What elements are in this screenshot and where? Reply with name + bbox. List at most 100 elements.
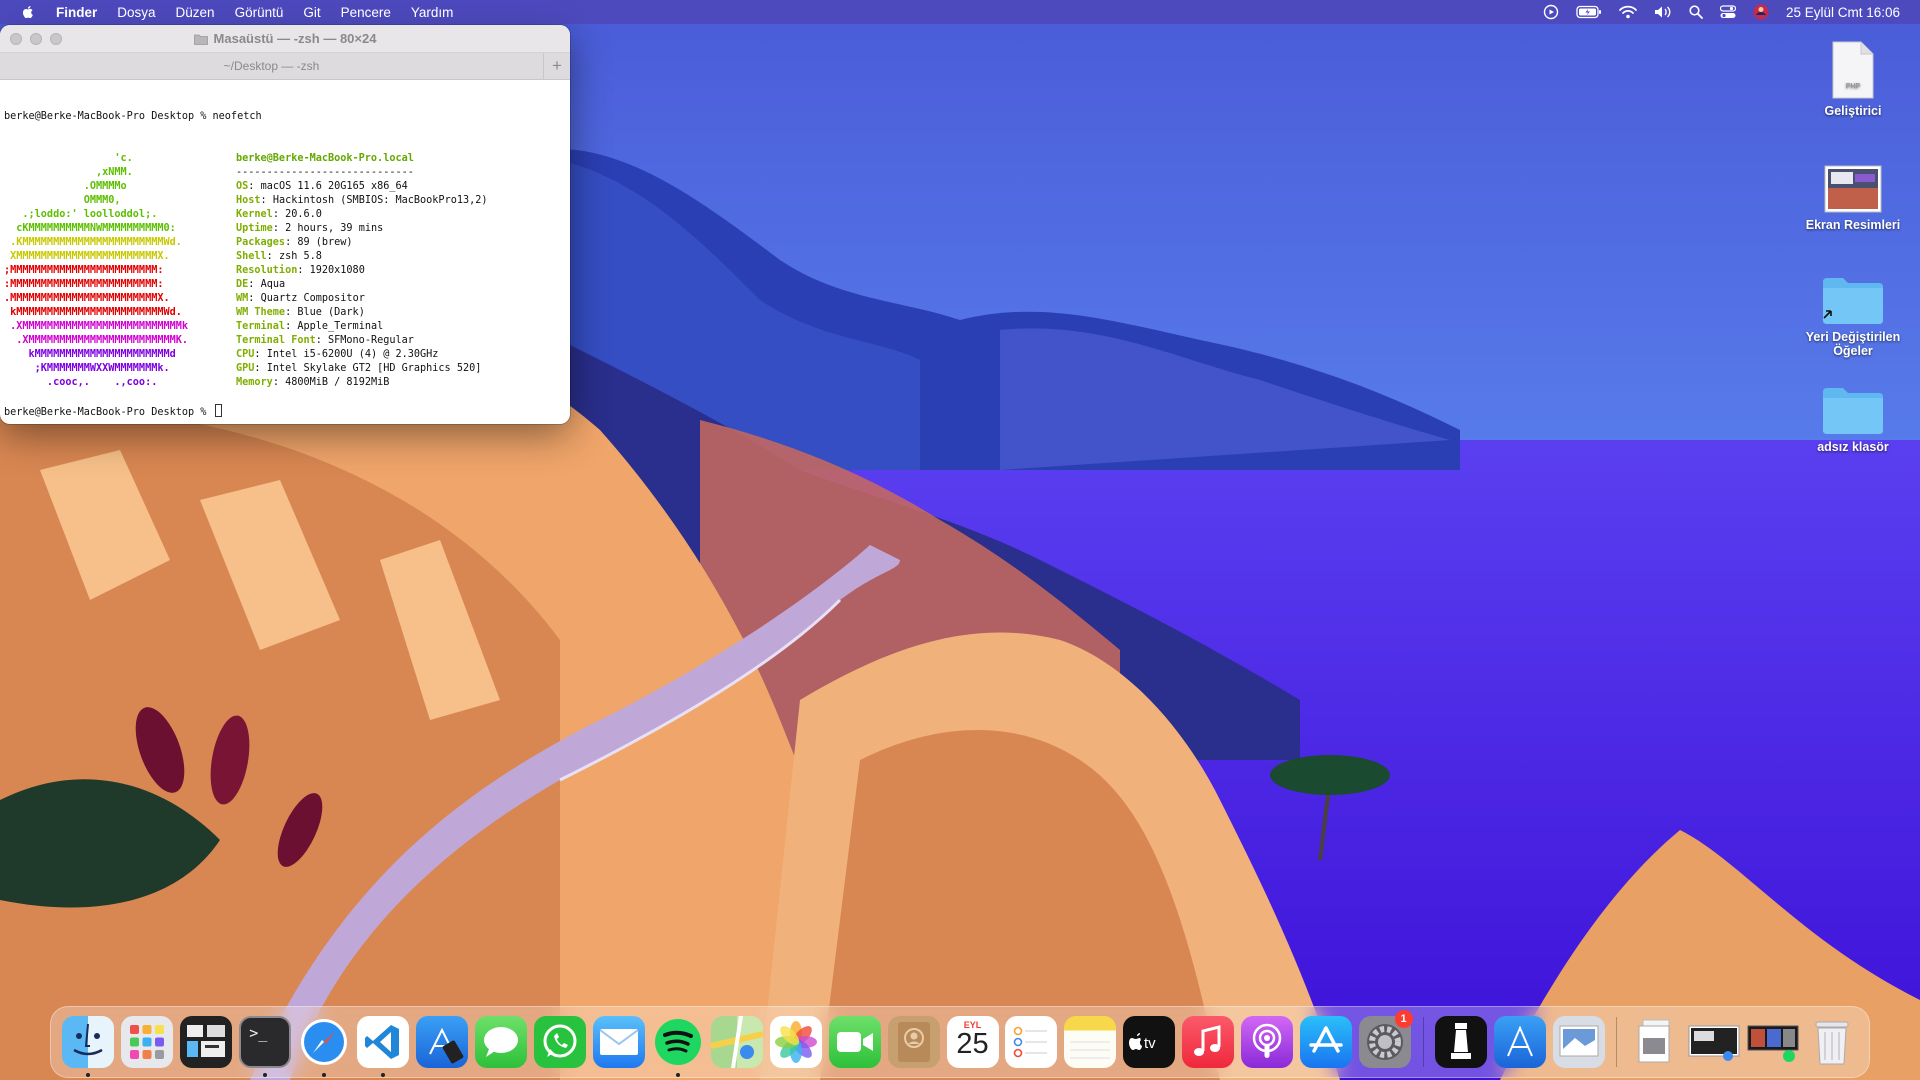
running-indicator: [263, 1073, 268, 1077]
dock-mail[interactable]: [589, 1012, 648, 1072]
neofetch-separator: :: [254, 349, 267, 360]
dock-preview[interactable]: [1549, 1012, 1608, 1072]
neofetch-label: Uptime: [236, 223, 273, 234]
desktop-icon-gelistirici[interactable]: PHP Geliştirici: [1793, 36, 1913, 118]
neofetch-row: .MMMMMMMMMMMMMMMMMMMMMMMMX. WM: Quartz Co…: [4, 292, 566, 306]
neofetch-logo-line: kMMMMMMMMMMMMMMMMMMMMMMMMWd.: [4, 307, 182, 318]
neofetch-value: SFMono-Regular: [328, 335, 414, 346]
menu-help[interactable]: Yardım: [411, 5, 454, 20]
volume-icon[interactable]: [1654, 5, 1672, 19]
dock-whatsapp[interactable]: [531, 1012, 590, 1072]
terminal-output[interactable]: berke@Berke-MacBook-Pro Desktop % neofet…: [0, 80, 570, 423]
neofetch-label: DE: [236, 279, 249, 290]
terminal-tab[interactable]: ~/Desktop — -zsh: [0, 59, 543, 73]
dock-calendar[interactable]: EYL 25: [943, 1012, 1002, 1072]
screen-record-icon[interactable]: [1543, 4, 1559, 20]
spotlight-icon[interactable]: [1689, 5, 1703, 19]
minimize-window-button[interactable]: [30, 33, 42, 45]
neofetch-label: Terminal: [236, 321, 286, 332]
desktop-icon-label: Yeri Değiştirilen Öğeler: [1805, 330, 1901, 358]
control-center-icon[interactable]: [1719, 5, 1736, 19]
neofetch-info-line: Host: Hackintosh (SMBIOS: MacBookPro13,2…: [236, 194, 566, 208]
neofetch-value: Quartz Compositor: [260, 293, 365, 304]
neofetch-label: GPU: [236, 363, 255, 374]
window-traffic-lights: [10, 33, 62, 45]
dock-separator: [1616, 1017, 1618, 1067]
dock-tv[interactable]: tv: [1120, 1012, 1179, 1072]
dock-finder[interactable]: [59, 1012, 118, 1077]
neofetch-row: :MMMMMMMMMMMMMMMMMMMMMMMM: DE: Aqua: [4, 278, 566, 292]
dock-reminders[interactable]: [1002, 1012, 1061, 1072]
neofetch-logo-line: ,xNMM.: [4, 167, 133, 178]
dock-launchpad[interactable]: [118, 1012, 177, 1072]
menu-window[interactable]: Pencere: [341, 5, 391, 20]
menu-go[interactable]: Git: [303, 5, 320, 20]
desktop-icon-label: Geliştirici: [1824, 104, 1882, 118]
dock-messages[interactable]: [472, 1012, 531, 1072]
dock-spotify[interactable]: [648, 1012, 707, 1077]
dock-contacts[interactable]: [884, 1012, 943, 1072]
terminal-tab-bar: ~/Desktop — -zsh +: [0, 52, 570, 80]
screenshots-thumbnail-icon: [1793, 150, 1913, 214]
dock-screenshots-stack[interactable]: [1684, 1012, 1743, 1072]
neofetch-separator: :: [248, 293, 261, 304]
neofetch-separator: :: [285, 307, 298, 318]
terminal-titlebar[interactable]: Masaüstü — -zsh — 80×24: [0, 25, 570, 53]
dock-notes[interactable]: [1061, 1012, 1120, 1072]
folder-proxy-icon[interactable]: [193, 33, 208, 45]
neofetch-label: WM Theme: [236, 307, 286, 318]
dock-instruments[interactable]: [1491, 1012, 1550, 1072]
desktop-icon-adsiz-klasor[interactable]: adsız klasör: [1793, 372, 1913, 454]
neofetch-value: zsh 5.8: [278, 251, 322, 262]
dock-documents-stack[interactable]: [1625, 1012, 1684, 1072]
neofetch-separator: :: [248, 181, 261, 192]
dock-facetime[interactable]: [825, 1012, 884, 1072]
dock-mission-control[interactable]: [177, 1012, 236, 1072]
dock-xcode[interactable]: [413, 1012, 472, 1072]
photos-icon: [769, 1016, 822, 1068]
svg-text:tv: tv: [1144, 1035, 1156, 1052]
folder-alias-icon: [1793, 262, 1913, 326]
dock-terminal[interactable]: >_: [236, 1012, 295, 1077]
menu-view[interactable]: Görüntü: [235, 5, 284, 20]
close-window-button[interactable]: [10, 33, 22, 45]
downloads-stack-icon: [1747, 1016, 1799, 1068]
dock-safari[interactable]: [295, 1012, 354, 1077]
launchpad-icon: [121, 1016, 174, 1068]
neofetch-info-line: OS: macOS 11.6 20G165 x86_64: [236, 180, 566, 194]
battery-icon[interactable]: [1576, 5, 1602, 19]
apple-menu-icon[interactable]: [20, 4, 36, 20]
neofetch-separator: :: [315, 335, 329, 346]
wifi-icon[interactable]: [1619, 5, 1637, 19]
dock-system-preferences[interactable]: 1: [1356, 1010, 1415, 1072]
menu-finder[interactable]: Finder: [56, 5, 97, 20]
dock-downloads-stack[interactable]: [1743, 1012, 1802, 1072]
dock-vscode[interactable]: [354, 1012, 413, 1077]
neofetch-value: Hackintosh (SMBIOS: MacBookPro13,2): [272, 195, 488, 206]
neofetch-row: .;loddo:' loolloddol;. Kernel: 20.6.0: [4, 208, 566, 222]
dock-music[interactable]: [1179, 1012, 1238, 1072]
dock-podcasts[interactable]: [1238, 1012, 1297, 1072]
dock-photos[interactable]: [766, 1012, 825, 1072]
xcode-icon: [416, 1016, 469, 1068]
menu-file[interactable]: Dosya: [117, 5, 155, 20]
desktop-icon-ekran-resimleri[interactable]: Ekran Resimleri: [1793, 150, 1913, 232]
menu-edit[interactable]: Düzen: [176, 5, 215, 20]
user-avatar-icon[interactable]: [1753, 4, 1769, 20]
new-tab-button[interactable]: +: [543, 52, 570, 80]
desktop-icon-yeri-degistirilen-ogeler[interactable]: Yeri Değiştirilen Öğeler: [1793, 262, 1913, 358]
dock-trash[interactable]: [1802, 1012, 1861, 1072]
neofetch-row: ;MMMMMMMMMMMMMMMMMMMMMMMM: Resolution: 19…: [4, 264, 566, 278]
dock-chess[interactable]: [1432, 1012, 1491, 1072]
menubar-clock[interactable]: 25 Eylül Cmt 16:06: [1786, 5, 1900, 20]
neofetch-value: 4800MiB / 8192MiB: [285, 377, 390, 388]
zoom-window-button[interactable]: [50, 33, 62, 45]
neofetch-row: .KMMMMMMMMMMMMMMMMMMMMMMMWd. Packages: 89…: [4, 236, 566, 250]
dock-app-store[interactable]: [1297, 1012, 1356, 1072]
terminal-window[interactable]: Masaüstü — -zsh — 80×24 ~/Desktop — -zsh…: [0, 25, 570, 424]
dock-maps[interactable]: [707, 1012, 766, 1072]
neofetch-logo-line: .OMMMMo: [4, 181, 127, 192]
podcasts-icon: [1241, 1016, 1294, 1068]
facetime-icon: [828, 1016, 881, 1068]
neofetch-info-line: -----------------------------: [236, 166, 566, 180]
